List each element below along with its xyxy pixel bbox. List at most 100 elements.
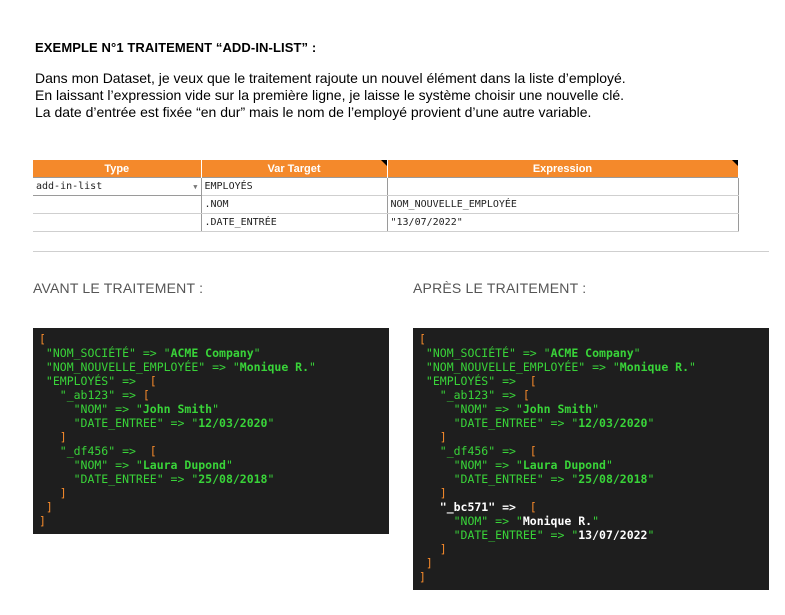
code-line: ]: [419, 486, 763, 500]
code-token: Laura Dupond: [522, 458, 606, 472]
code-line: ]: [419, 430, 763, 444]
code-token: "_ab123" =>: [419, 388, 523, 402]
code-token: "DATE_ENTREE" => ": [39, 416, 199, 430]
code-token: "_df456" =>: [39, 444, 150, 458]
before-label: AVANT LE TRAITEMENT :: [33, 280, 204, 296]
code-line: ]: [39, 430, 383, 444]
code-token: Laura Dupond: [142, 458, 226, 472]
description-line: En laissant l’expression vide sur la pre…: [35, 87, 625, 103]
code-token: ]: [419, 570, 426, 584]
code-token: "DATE_ENTREE" => ": [419, 528, 579, 542]
code-token: [: [419, 332, 426, 346]
code-token: "NOM" => ": [39, 402, 143, 416]
code-token: ": [689, 360, 696, 374]
code-token: "_ab123" =>: [39, 388, 143, 402]
var-target-cell[interactable]: .NOM: [201, 195, 388, 214]
code-token: "_bc571" =>: [419, 500, 530, 514]
code-token: ]: [39, 500, 53, 514]
code-after-block: [ "NOM_SOCIÉTÉ" => "ACME Company" "NOM_N…: [413, 328, 769, 590]
code-token: ": [592, 514, 600, 528]
code-token: "DATE_ENTREE" => ": [39, 472, 199, 486]
code-line: ]: [39, 514, 383, 528]
code-line: ]: [39, 486, 383, 500]
code-line: "EMPLOYÉS" => [: [419, 374, 763, 388]
code-token: 25/08/2018: [578, 472, 648, 486]
dropdown-arrow-icon[interactable]: ▼: [193, 183, 197, 191]
code-line: "NOM_SOCIÉTÉ" => "ACME Company": [419, 346, 763, 360]
var-target-cell[interactable]: .DATE_ENTRÉE: [201, 213, 388, 232]
code-token: "NOM" => ": [419, 514, 523, 528]
table-row: .NOM NOM_NOUVELLE_EMPLOYÉE: [33, 195, 739, 214]
code-line: "NOM_NOUVELLE_EMPLOYÉE" => "Monique R.": [419, 360, 763, 374]
type-cell[interactable]: [33, 195, 202, 214]
code-token: "NOM" => ": [39, 458, 143, 472]
code-token: "DATE_ENTREE" => ": [419, 416, 579, 430]
code-token: "NOM" => ": [419, 402, 523, 416]
description: Dans mon Dataset, je veux que le traitem…: [35, 70, 775, 121]
code-token: ]: [419, 486, 447, 500]
header-type: Type: [33, 160, 202, 178]
code-token: "NOM" => ": [419, 458, 523, 472]
code-token: 25/08/2018: [198, 472, 268, 486]
code-line: "DATE_ENTREE" => "12/03/2020": [39, 416, 383, 430]
code-token: Monique R.: [239, 360, 310, 374]
code-token: ]: [39, 430, 67, 444]
code-token: [: [522, 388, 530, 402]
code-token: ": [647, 416, 655, 430]
page-title: EXEMPLE N°1 TRAITEMENT “ADD-IN-LIST” :: [35, 40, 317, 55]
code-token: "NOM_SOCIÉTÉ" => ": [39, 346, 171, 360]
config-table: Type Var Target Expression add-in-list ▼ …: [33, 160, 739, 232]
divider: [33, 251, 769, 252]
code-token: [: [149, 444, 157, 458]
expression-cell[interactable]: NOM_NOUVELLE_EMPLOYÉE: [387, 195, 739, 214]
code-token: John Smith: [522, 402, 593, 416]
code-line: "NOM" => "Monique R.": [419, 514, 763, 528]
code-line: "NOM" => "John Smith": [39, 402, 383, 416]
expression-cell[interactable]: "13/07/2022": [387, 213, 739, 232]
code-token: 12/03/2020: [198, 416, 268, 430]
code-line: ]: [419, 542, 763, 556]
code-line: "EMPLOYÉS" => [: [39, 374, 383, 388]
code-line: "DATE_ENTREE" => "13/07/2022": [419, 528, 763, 542]
code-token: "EMPLOYÉS" =>: [39, 374, 150, 388]
code-token: John Smith: [142, 402, 213, 416]
expression-cell[interactable]: [387, 177, 739, 196]
code-token: ": [633, 346, 641, 360]
code-token: ]: [419, 542, 447, 556]
code-token: ]: [419, 556, 433, 570]
code-token: ": [647, 472, 655, 486]
code-token: [: [529, 500, 537, 514]
type-cell[interactable]: add-in-list ▼: [33, 177, 202, 196]
code-line: ]: [39, 500, 383, 514]
code-token: ": [592, 402, 600, 416]
code-line: [: [39, 332, 383, 346]
code-line: "DATE_ENTREE" => "25/08/2018": [419, 472, 763, 486]
header-var-target: Var Target: [201, 160, 388, 178]
code-token: ]: [39, 514, 46, 528]
code-token: ": [647, 528, 655, 542]
code-token: ACME Company: [550, 346, 634, 360]
code-token: Monique R.: [619, 360, 690, 374]
code-line: "DATE_ENTREE" => "12/03/2020": [419, 416, 763, 430]
code-token: "NOM_NOUVELLE_EMPLOYÉE" => ": [39, 360, 240, 374]
type-cell[interactable]: [33, 213, 202, 232]
code-token: "_df456" =>: [419, 444, 530, 458]
code-token: [: [149, 374, 157, 388]
code-token: ": [605, 458, 613, 472]
code-line: "_df456" => [: [419, 444, 763, 458]
code-line: "NOM" => "John Smith": [419, 402, 763, 416]
code-token: ACME Company: [170, 346, 254, 360]
code-token: "DATE_ENTREE" => ": [419, 472, 579, 486]
code-line: [: [419, 332, 763, 346]
var-target-cell[interactable]: EMPLOYÉS: [201, 177, 388, 196]
code-line: "NOM_SOCIÉTÉ" => "ACME Company": [39, 346, 383, 360]
after-label: APRÈS LE TRAITEMENT :: [413, 280, 587, 296]
code-token: ": [309, 360, 316, 374]
code-token: "EMPLOYÉS" =>: [419, 374, 530, 388]
code-line: ]: [419, 556, 763, 570]
code-token: 13/07/2022: [578, 528, 648, 542]
code-line: ]: [419, 570, 763, 584]
code-line: "_df456" => [: [39, 444, 383, 458]
code-line: "NOM_NOUVELLE_EMPLOYÉE" => "Monique R.": [39, 360, 383, 374]
code-token: ": [253, 346, 261, 360]
